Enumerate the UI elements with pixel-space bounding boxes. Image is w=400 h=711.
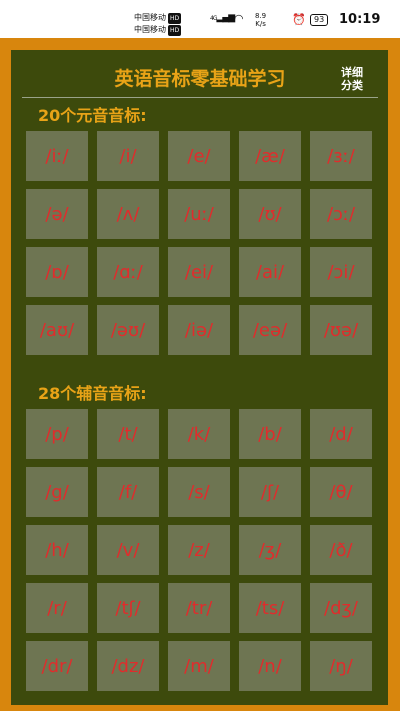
consonant-phonetic-button[interactable]: /k/ xyxy=(168,409,230,459)
consonant-grid: /p//t//k//b//d//g//f//s//ʃ//θ//h//v//z//… xyxy=(26,409,372,691)
consonant-phonetic-button[interactable]: /tʃ/ xyxy=(97,583,159,633)
carrier-1: 中国移动 xyxy=(134,13,166,22)
consonant-phonetic-button[interactable]: /b/ xyxy=(239,409,301,459)
vowel-phonetic-button[interactable]: /eə/ xyxy=(239,305,301,355)
consonant-phonetic-button[interactable]: /dz/ xyxy=(97,641,159,691)
consonant-phonetic-button[interactable]: /ʃ/ xyxy=(239,467,301,517)
detail-label-line1: 详细 xyxy=(341,66,363,79)
page-title: 英语音标零基础学习 xyxy=(114,68,286,90)
wifi-icon: ◠ xyxy=(234,12,244,25)
alarm-icon: ⏰ xyxy=(292,13,306,26)
consonant-phonetic-button[interactable]: /s/ xyxy=(168,467,230,517)
vowel-phonetic-button[interactable]: /ʊ/ xyxy=(239,189,301,239)
detail-category-button[interactable]: 详细 分类 xyxy=(336,66,368,92)
status-bar: 中国移动 HD 中国移动 HD 4G▂▄▆ ◠ 8.9 K/s ⏰ 93 10:19 xyxy=(0,0,400,38)
consonant-phonetic-button[interactable]: /ʒ/ xyxy=(239,525,301,575)
vowel-phonetic-button[interactable]: /ʊə/ xyxy=(310,305,372,355)
vowel-phonetic-button[interactable]: /e/ xyxy=(168,131,230,181)
consonant-phonetic-button[interactable]: /p/ xyxy=(26,409,88,459)
consonant-phonetic-button[interactable]: /h/ xyxy=(26,525,88,575)
vowel-phonetic-button[interactable]: /aʊ/ xyxy=(26,305,88,355)
battery-indicator: 93 xyxy=(310,14,329,26)
vowel-phonetic-button[interactable]: /ɔi/ xyxy=(310,247,372,297)
consonant-phonetic-button[interactable]: /dʒ/ xyxy=(310,583,372,633)
consonant-phonetic-button[interactable]: /tr/ xyxy=(168,583,230,633)
speed-value: 8.9 xyxy=(255,12,267,20)
carrier-2: 中国移动 xyxy=(134,25,166,34)
vowel-phonetic-button[interactable]: /æ/ xyxy=(239,131,301,181)
consonant-phonetic-button[interactable]: /r/ xyxy=(26,583,88,633)
vowel-phonetic-button[interactable]: /ɔː/ xyxy=(310,189,372,239)
signal-icon: 4G▂▄▆ xyxy=(210,13,235,23)
vowel-phonetic-button[interactable]: /iː/ xyxy=(26,131,88,181)
vowel-grid: /iː//i//e//æ//ɜː/ /ə//ʌ//uː//ʊ//ɔː/ /ɒ//ɑː… xyxy=(26,131,372,355)
hd-badge: HD xyxy=(168,13,182,24)
vowel-phonetic-button[interactable]: /i/ xyxy=(97,131,159,181)
network-type: 4G xyxy=(210,15,218,22)
consonant-phonetic-button[interactable]: /d/ xyxy=(310,409,372,459)
vowel-phonetic-button[interactable]: /ɑː/ xyxy=(97,247,159,297)
consonant-phonetic-button[interactable]: /v/ xyxy=(97,525,159,575)
consonant-phonetic-button[interactable]: /dr/ xyxy=(26,641,88,691)
vowel-phonetic-button[interactable]: /ei/ xyxy=(168,247,230,297)
consonant-phonetic-button[interactable]: /n/ xyxy=(239,641,301,691)
consonant-phonetic-button[interactable]: /z/ xyxy=(168,525,230,575)
consonant-phonetic-button[interactable]: /f/ xyxy=(97,467,159,517)
consonant-phonetic-button[interactable]: /θ/ xyxy=(310,467,372,517)
vowel-phonetic-button[interactable]: /ə/ xyxy=(26,189,88,239)
vowel-phonetic-button[interactable]: /uː/ xyxy=(168,189,230,239)
consonant-phonetic-button[interactable]: /ð/ xyxy=(310,525,372,575)
vowel-phonetic-button[interactable]: /ʌ/ xyxy=(97,189,159,239)
vowel-phonetic-button[interactable]: /ɜː/ xyxy=(310,131,372,181)
vowel-phonetic-button[interactable]: /iə/ xyxy=(168,305,230,355)
consonant-phonetic-button[interactable]: /ŋ/ xyxy=(310,641,372,691)
consonants-heading: 28个辅音音标: xyxy=(38,384,147,403)
vowel-phonetic-button[interactable]: /əʊ/ xyxy=(97,305,159,355)
header-divider xyxy=(22,97,378,98)
clock: 10:19 xyxy=(339,12,381,27)
carrier-info: 中国移动 HD 中国移动 HD xyxy=(134,12,182,36)
network-speed: 8.9 K/s xyxy=(255,12,266,28)
speed-unit: K/s xyxy=(255,20,266,28)
vowels-heading: 20个元音音标: xyxy=(38,106,147,125)
consonant-phonetic-button[interactable]: /g/ xyxy=(26,467,88,517)
consonant-phonetic-button[interactable]: /ts/ xyxy=(239,583,301,633)
vowel-phonetic-button[interactable]: /ɒ/ xyxy=(26,247,88,297)
vowel-phonetic-button[interactable]: /ai/ xyxy=(239,247,301,297)
consonant-phonetic-button[interactable]: /m/ xyxy=(168,641,230,691)
consonant-phonetic-button[interactable]: /t/ xyxy=(97,409,159,459)
detail-label-line2: 分类 xyxy=(341,79,363,92)
hd-badge: HD xyxy=(168,25,182,36)
